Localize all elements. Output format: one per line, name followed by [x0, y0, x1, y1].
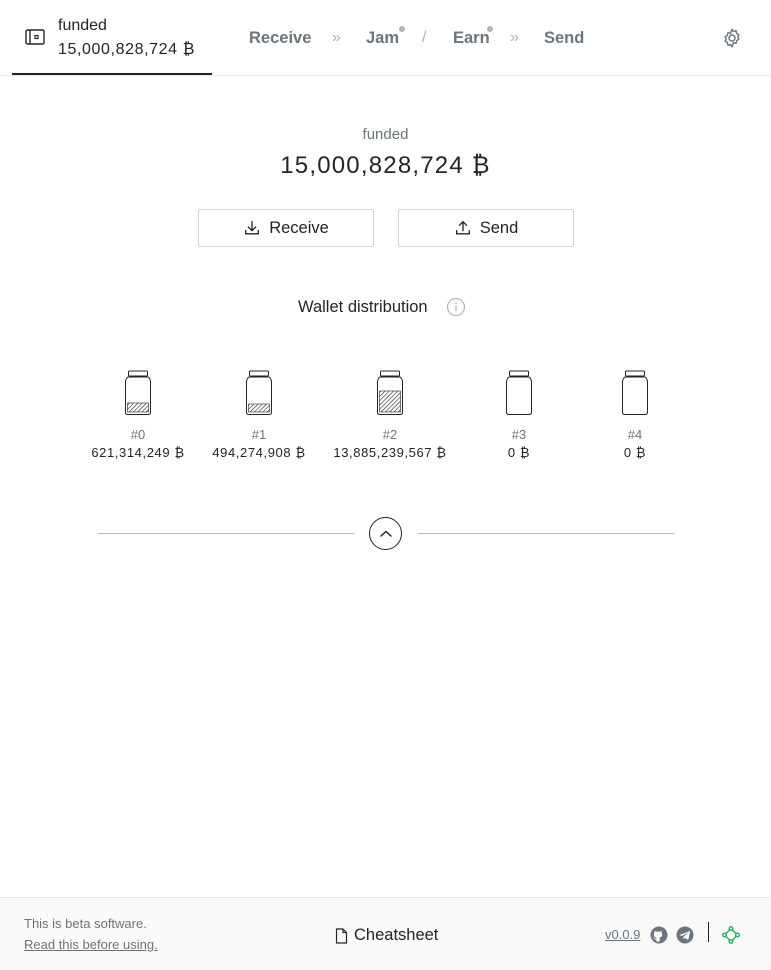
footer: This is beta software. Read this before …	[0, 897, 771, 970]
current-wallet-link[interactable]: funded 15,000,828,724 ₿	[12, 0, 212, 75]
jar-1[interactable]: #1 494,274,908 ₿	[194, 370, 324, 460]
jar-icon	[125, 370, 151, 415]
jar-4[interactable]: #4 0 ₿	[570, 370, 700, 460]
footer-separator	[708, 922, 709, 942]
jar-icon	[246, 370, 272, 415]
wallet-balance: 15,000,828,724 ₿	[58, 41, 195, 59]
bitcoin-symbol: ₿	[436, 445, 447, 460]
bitcoin-symbol: ₿	[182, 41, 196, 58]
bitcoin-symbol: ₿	[174, 445, 185, 460]
send-button[interactable]: Send	[398, 209, 574, 247]
nav-separator: »	[332, 29, 341, 46]
total-balance[interactable]: 15,000,828,724 ₿	[0, 152, 771, 180]
jar-balance: 621,314,249 ₿	[73, 445, 203, 460]
chevron-up-icon	[379, 530, 392, 537]
receive-button-label: Receive	[269, 218, 329, 237]
send-button-label: Send	[479, 218, 519, 237]
jar-0[interactable]: #0 621,314,249 ₿	[73, 370, 203, 460]
top-navbar: funded 15,000,828,724 ₿ Receive » Jam / …	[0, 0, 771, 76]
wallet-name: funded	[58, 17, 107, 34]
divider	[98, 533, 354, 534]
wallet-distribution-toggle[interactable]: Wallet distribution	[298, 298, 428, 317]
jar-2[interactable]: #2 13,885,239,567 ₿	[325, 370, 455, 460]
nav-earn[interactable]: Earn	[453, 29, 490, 48]
jar-icon	[506, 370, 532, 415]
jar-balance-value: 0	[507, 445, 516, 460]
bitcoin-symbol: ₿	[635, 445, 647, 460]
download-icon	[245, 221, 260, 235]
jar-balance-value: 13,885,239,567	[333, 445, 433, 460]
receive-button[interactable]: Receive	[198, 209, 374, 247]
jar-3[interactable]: #3 0 ₿	[454, 370, 584, 460]
jar-icon	[377, 370, 403, 415]
jar-balance: 13,885,239,567 ₿	[325, 445, 455, 460]
cheatsheet-label: Cheatsheet	[354, 926, 439, 944]
jam-status-dot	[399, 26, 405, 32]
divider	[418, 533, 674, 534]
cheatsheet-link[interactable]: Cheatsheet	[335, 926, 438, 945]
jar-index: #2	[382, 427, 398, 442]
nav-receive[interactable]: Receive	[249, 29, 311, 48]
github-icon[interactable]	[650, 926, 668, 944]
nav-separator: /	[422, 29, 427, 46]
jar-balance-value: 494,274,908	[212, 445, 292, 460]
jar-balance: 0 ₿	[454, 445, 584, 460]
wallet-icon	[25, 29, 45, 45]
wallet-title: funded	[362, 126, 409, 143]
file-icon	[335, 927, 348, 944]
jar-index: #4	[627, 427, 643, 442]
nav-jam[interactable]: Jam	[366, 29, 399, 48]
upload-icon	[455, 221, 470, 235]
bitcoin-symbol: ₿	[471, 152, 491, 179]
total-balance-value: 15,000,828,724	[280, 152, 464, 179]
jar-balance-value: 0	[623, 445, 632, 460]
beta-notice: This is beta software.	[24, 916, 147, 931]
nav-send[interactable]: Send	[544, 29, 584, 48]
wallet-balance-value: 15,000,828,724	[58, 41, 178, 58]
jar-index: #1	[251, 427, 267, 442]
telegram-icon[interactable]	[676, 926, 694, 944]
bitcoin-symbol: ₿	[295, 445, 306, 460]
jar-balance: 0 ₿	[570, 445, 700, 460]
jar-balance: 494,274,908 ₿	[194, 445, 324, 460]
bitcoin-symbol: ₿	[519, 445, 531, 460]
collapse-toggle-button[interactable]	[369, 517, 402, 550]
nav-separator: »	[510, 29, 519, 46]
jar-icon	[622, 370, 648, 415]
jar-index: #3	[511, 427, 527, 442]
readme-link[interactable]: Read this before using.	[24, 937, 158, 952]
jar-balance-value: 621,314,249	[91, 445, 171, 460]
version-link[interactable]: v0.0.9	[605, 927, 640, 942]
gear-icon[interactable]	[721, 27, 743, 49]
info-icon[interactable]	[446, 297, 466, 317]
earn-status-dot	[487, 26, 493, 32]
jar-index: #0	[130, 427, 146, 442]
network-status-icon[interactable]	[722, 926, 740, 944]
